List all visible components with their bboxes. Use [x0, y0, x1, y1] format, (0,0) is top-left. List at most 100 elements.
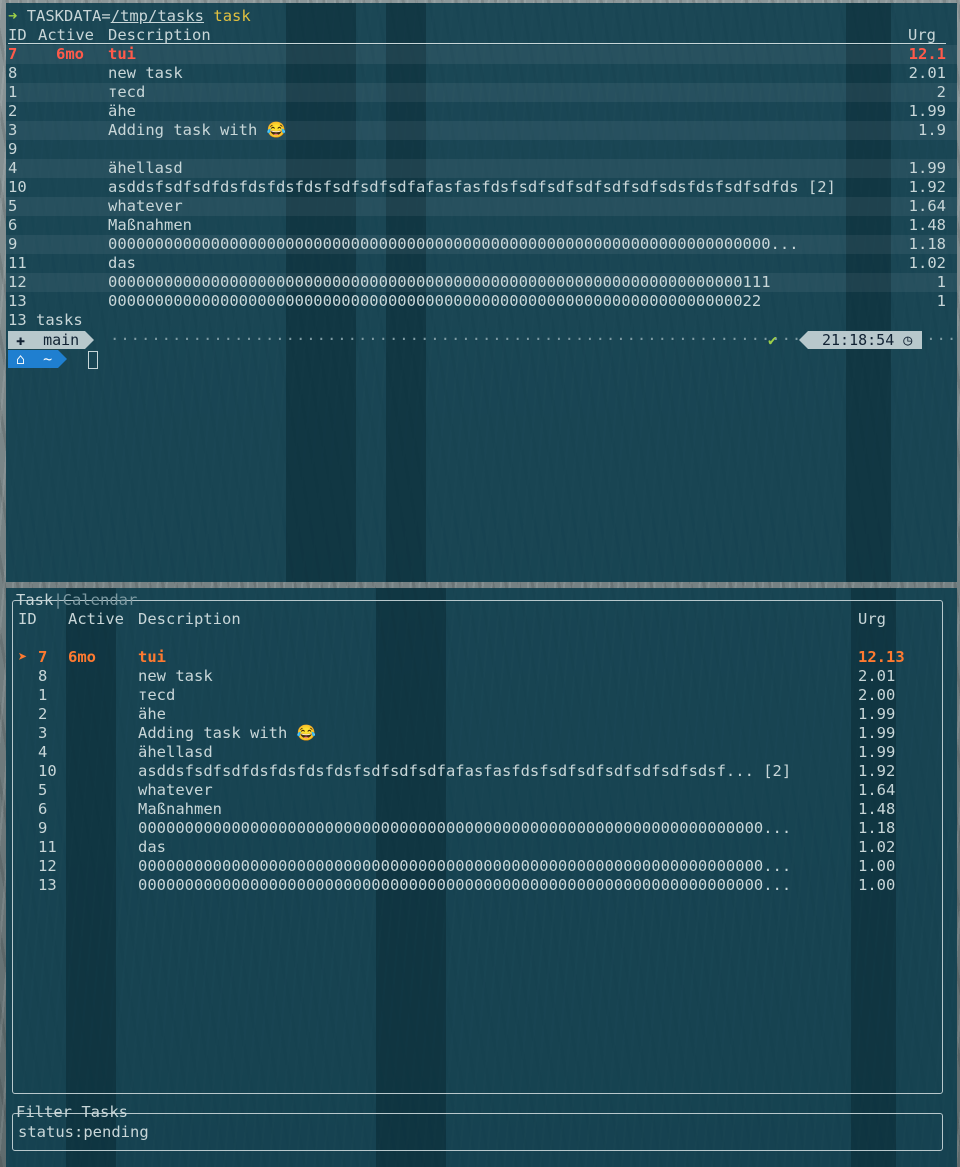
task-description: 0000000000000000000000000000000000000000…: [138, 857, 792, 875]
filter-input[interactable]: status:pending: [18, 1123, 149, 1142]
prompt-branch-segment: ✚ main: [8, 331, 95, 349]
task-row: 12 00000000000000000000000000000000000000…: [8, 273, 946, 292]
task-urgency: 1.18: [858, 819, 896, 837]
task-description: new task: [138, 667, 213, 685]
task-row[interactable]: 11 das 1.02: [18, 838, 918, 857]
task-urgency: 1.48: [908, 216, 946, 234]
task-description: тecd: [108, 83, 146, 101]
task-urgency: 1.9: [918, 121, 946, 139]
tab-task[interactable]: Task: [16, 591, 53, 609]
task-urgency: 1: [936, 292, 946, 310]
task-id: 8: [38, 667, 48, 685]
task-row[interactable]: 12 00000000000000000000000000000000000000…: [18, 857, 918, 876]
task-row[interactable]: 2 ähe 1.99: [18, 705, 918, 724]
task-description: ähellasd: [108, 159, 183, 177]
task-urgency: 1.64: [908, 197, 946, 215]
task-id: 6: [38, 800, 48, 818]
task-id: 7: [38, 648, 48, 666]
task-row: 8 new task 2.01: [8, 64, 946, 83]
header-description: Description: [138, 610, 241, 628]
task-row: 11 das 1.02: [8, 254, 946, 273]
tab-calendar[interactable]: Calendar: [63, 591, 138, 609]
task-description: 0000000000000000000000000000000000000000…: [108, 235, 799, 253]
task-description: ähellasd: [138, 743, 213, 761]
prompt-time: 21:18:54: [822, 331, 895, 349]
task-description: new task: [108, 64, 183, 82]
task-description: 0000000000000000000000000000000000000000…: [108, 273, 771, 291]
task-row[interactable]: 9 000000000000000000000000000000000000000…: [18, 819, 918, 838]
filter-box[interactable]: [12, 1113, 943, 1151]
task-description: Adding task with 😂: [138, 724, 316, 742]
task-description: тecd: [138, 686, 176, 704]
task-row[interactable]: 8 new task 2.01: [18, 667, 918, 686]
task-row[interactable]: 5 whatever 1.64: [18, 781, 918, 800]
task-description: das: [108, 254, 136, 272]
header-active: Active: [68, 610, 124, 628]
task-row-selected[interactable]: ➤ 7 6mo tui 12.13: [18, 648, 918, 667]
task-urgency: 1.99: [858, 724, 896, 742]
terminal-pane-bottom[interactable]: Task|Calendar ID Active Description Urg …: [6, 588, 957, 1167]
task-row[interactable]: 13 00000000000000000000000000000000000000…: [18, 876, 918, 895]
task-id: 5: [38, 781, 48, 799]
task-urgency: 1.92: [858, 762, 896, 780]
task-description: whatever: [138, 781, 213, 799]
prompt-arrow-icon: ➜: [8, 7, 18, 25]
task-urgency: 1.02: [908, 254, 946, 272]
terminal-pane-top[interactable]: ➜ TASKDATA=/tmp/tasks task ID Active Des…: [6, 3, 957, 582]
git-branch-name: main: [43, 331, 80, 349]
task-count: 13 tasks: [8, 311, 83, 329]
task-id: 12: [8, 273, 27, 291]
command-word: task: [213, 7, 251, 25]
task-description: 0000000000000000000000000000000000000000…: [138, 876, 792, 894]
terminal-cursor[interactable]: [88, 351, 98, 369]
task-description: Adding task with 😂: [108, 121, 286, 139]
task-row: 6 Maßnahmen 1.48: [8, 216, 946, 235]
task-id: 12: [38, 857, 57, 875]
task-urgency: 12.13: [858, 648, 905, 666]
task-description: ähe: [108, 102, 136, 120]
command-env-var: TASKDATA=: [26, 7, 111, 25]
task-id: 6: [8, 216, 18, 234]
task-id: 13: [8, 292, 27, 310]
clock-icon: ◷: [903, 331, 913, 349]
task-urgency: 1.48: [858, 800, 896, 818]
task-id: 5: [8, 197, 18, 215]
task-row: 4 ähellasd 1.99: [8, 159, 946, 178]
home-icon: ⌂: [16, 350, 26, 368]
task-row[interactable]: 10 asddsfsdfsdfdsfdsfdsfdsfsdfsdfsdfafasf…: [18, 762, 918, 781]
prompt-time-segment: 21:18:54 ◷: [798, 331, 923, 349]
task-description: tui: [108, 45, 136, 63]
task-id: 13: [38, 876, 57, 894]
task-description: asddsfsdfsdfdsfdsfdsfdsfsdfsdfsdfafasfas…: [138, 762, 792, 780]
task-row: 1 тecd 2: [8, 83, 946, 102]
task-row: 13 00000000000000000000000000000000000000…: [8, 292, 946, 311]
task-id: 10: [8, 178, 27, 196]
task-urgency: 1.99: [858, 743, 896, 761]
task-row[interactable]: 6 Maßnahmen 1.48: [18, 800, 918, 819]
task-description: whatever: [108, 197, 183, 215]
task-urgency: 2: [936, 83, 946, 101]
task-description: Maßnahmen: [138, 800, 222, 818]
task-urgency: 2.01: [908, 64, 946, 82]
task-row[interactable]: 4 ähellasd 1.99: [18, 743, 918, 762]
task-description: ähe: [138, 705, 166, 723]
task-id: 1: [8, 83, 18, 101]
tab-separator: |: [53, 591, 63, 609]
task-description: tui: [138, 648, 166, 666]
task-active: 6mo: [68, 648, 96, 666]
task-id: 1: [38, 686, 48, 704]
task-id: 10: [38, 762, 57, 780]
task-id: 9: [8, 140, 18, 158]
task-id: 9: [8, 235, 18, 253]
task-row[interactable]: 1 тecd 2.00: [18, 686, 918, 705]
task-id: 3: [38, 724, 48, 742]
task-row: 9: [8, 140, 946, 159]
task-row[interactable]: 3 Adding task with 😂 1.99: [18, 724, 918, 743]
tab-bar: Task|Calendar: [16, 591, 137, 609]
task-urgency: 1: [936, 273, 946, 291]
command-line: ➜ TASKDATA=/tmp/tasks task: [8, 7, 251, 26]
task-row: 2 ähe 1.99: [8, 102, 946, 121]
task-active: 6mo: [56, 45, 84, 63]
task-urgency: 1.02: [858, 838, 896, 856]
task-id: 11: [38, 838, 57, 856]
